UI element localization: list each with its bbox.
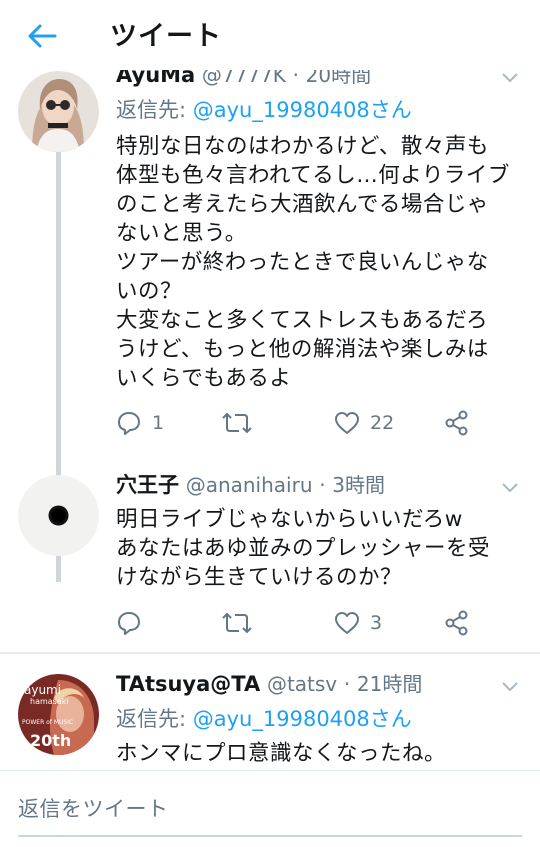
handle[interactable]: @tatsv: [267, 672, 337, 696]
text-line: 体型も色々言われてるし…何よりライブ: [116, 163, 510, 188]
reply-input[interactable]: 返信をツイート: [18, 793, 169, 823]
text-line: ホンマにプロ意識なくなったね。: [116, 741, 447, 766]
heart-icon: [335, 612, 359, 634]
tweet-tatsv[interactable]: ayumi hamasaki POWER of MUSIC 20th TAtsu…: [0, 665, 540, 770]
handle[interactable]: @ananihairu: [186, 473, 313, 497]
reply-button[interactable]: [116, 608, 142, 638]
text-line: ないと思う。: [116, 221, 247, 246]
tweet-actions: 1 22: [116, 408, 496, 438]
avatar-brand-text: ayumi: [24, 683, 61, 697]
page-title: ツイート: [110, 21, 222, 52]
top-bar: ツイート: [0, 0, 540, 70]
display-name[interactable]: TAtsuya@TA: [116, 672, 260, 696]
avatar-brand-text: hamasaki: [30, 697, 69, 706]
like-count: 3: [370, 612, 383, 634]
tweet-divider: [0, 652, 540, 654]
text-line: あなたはあゆ並みのプレッシャーを受: [116, 536, 491, 561]
tweet-actions: 3: [116, 608, 496, 638]
tweet-ananihairu[interactable]: 穴王子 @ananihairu · 3時間 明日ライブじゃないからいいだろw あ…: [0, 468, 540, 648]
avatar-brand-text: POWER of MUSIC: [22, 719, 73, 726]
reply-icon: [118, 612, 140, 635]
tweet-text: 特別な日なのはわかるけど、散々声も 体型も色々言われてるし…何よりライブ のこと…: [116, 132, 516, 393]
reply-icon: [118, 412, 140, 435]
back-button[interactable]: [24, 18, 60, 54]
chevron-down-icon[interactable]: [500, 677, 520, 697]
share-button[interactable]: [444, 408, 470, 438]
reply-label: 返信先:: [116, 707, 187, 731]
text-line: 大変なこと多くてストレスもあるだろ: [116, 308, 489, 333]
tweet-text: 明日ライブじゃないからいいだろw あなたはあゆ並みのプレッシャーを受 けながら生…: [116, 505, 516, 592]
separator-dot: ·: [319, 473, 326, 497]
share-icon: [445, 610, 468, 636]
reply-context: 返信先: @ayu_19980408さん: [116, 96, 412, 124]
tweet-ayuma[interactable]: AyuMa @7777K · 20時間 返信先: @ayu_19980408さん…: [0, 58, 540, 582]
reply-mention-link[interactable]: @ayu_19980408さん: [193, 98, 412, 122]
chevron-down-icon[interactable]: [500, 478, 520, 498]
tweet-feed[interactable]: AyuMa @7777K · 20時間 返信先: @ayu_19980408さん…: [0, 58, 540, 770]
text-line: うけど、もっと他の解消法や楽しみは: [116, 337, 489, 362]
share-icon: [445, 410, 468, 436]
retweet-icon: [222, 612, 252, 634]
separator-dot: ·: [343, 672, 351, 696]
chevron-down-icon[interactable]: [500, 68, 520, 88]
timestamp[interactable]: 3時間: [332, 473, 385, 497]
text-line: けながら生きていけるのか？: [116, 565, 403, 590]
reply-button[interactable]: 1: [116, 408, 164, 438]
retweet-button[interactable]: [222, 608, 252, 638]
retweet-button[interactable]: [222, 408, 252, 438]
avatar[interactable]: ayumi hamasaki POWER of MUSIC 20th: [18, 674, 99, 755]
text-line: ツアーが終わったときで良いんじゃな: [116, 250, 489, 275]
tweet-text: ホンマにプロ意識なくなったね。: [116, 739, 516, 768]
arrow-left-icon: [28, 24, 57, 48]
reply-mention-link[interactable]: @ayu_19980408さん: [193, 707, 412, 731]
like-button[interactable]: 3: [334, 608, 382, 638]
like-count: 22: [370, 412, 395, 434]
text-line: 明日ライブじゃないからいいだろw: [116, 507, 463, 532]
like-button[interactable]: 22: [334, 408, 394, 438]
text-line: いの？: [116, 279, 183, 304]
reply-composer: 返信をツイート: [0, 770, 540, 847]
avatar[interactable]: [18, 71, 99, 152]
retweet-icon: [222, 412, 252, 434]
timestamp[interactable]: 21時間: [357, 672, 422, 696]
text-line: のこと考えたら大酒飲んでる場合じゃ: [116, 192, 489, 217]
text-line: いくらでもあるよ: [116, 366, 292, 391]
reply-context: 返信先: @ayu_19980408さん: [116, 705, 412, 733]
heart-icon: [335, 412, 359, 434]
avatar[interactable]: [18, 475, 99, 556]
text-line: 特別な日なのはわかるけど、散々声も: [116, 134, 489, 159]
share-button[interactable]: [444, 608, 470, 638]
reply-count: 1: [152, 412, 165, 434]
display-name[interactable]: 穴王子: [116, 473, 179, 497]
reply-label: 返信先:: [116, 98, 187, 122]
avatar-brand-text: 20th: [30, 731, 71, 750]
input-underline: [18, 835, 522, 837]
